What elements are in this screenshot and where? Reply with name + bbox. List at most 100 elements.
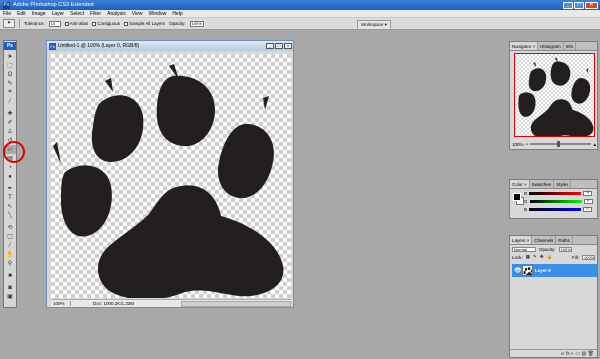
tab-paths[interactable]: Paths [556, 236, 573, 244]
brush-tool-icon[interactable]: ✐ [4, 118, 16, 127]
menu-select[interactable]: Select [67, 11, 87, 17]
screen-mode-icon[interactable]: ▣ [4, 292, 16, 301]
zoom-in-icon[interactable]: ▲ [593, 142, 597, 147]
tab-layers[interactable]: Layers × [510, 236, 533, 244]
doc-info: Doc: 1000.2K/1.33M [93, 301, 135, 306]
navigator-tabs: Navigator × Histogram Info [510, 42, 597, 51]
color-tabs: Color × Swatches Styles [510, 180, 597, 189]
menu-help[interactable]: Help [169, 11, 185, 17]
layers-footer-icons[interactable]: ∞ fx ◐ ▭ ▤ 🗑 [510, 349, 597, 357]
pen-tool-icon[interactable]: ✒ [4, 184, 16, 193]
blue-value[interactable]: 0 [583, 206, 593, 212]
clone-stamp-tool-icon[interactable]: ♙ [4, 127, 16, 136]
menu-analysis[interactable]: Analysis [104, 11, 129, 17]
menu-view[interactable]: View [129, 11, 146, 17]
window-controls: _ □ ✕ [563, 1, 598, 9]
notes-tool-icon[interactable]: ▢ [4, 232, 16, 241]
doc-close-button[interactable]: × [284, 43, 292, 49]
blend-mode-select[interactable]: Normal [512, 246, 536, 252]
quick-selection-tool-icon[interactable]: ✎ [4, 79, 16, 88]
panel-dock: Navigator × Histogram Info 100% ▵ ▲ Colo… [509, 38, 598, 359]
dodge-tool-icon[interactable]: ● [4, 172, 16, 181]
toe-1 [91, 95, 144, 162]
tab-styles[interactable]: Styles [554, 180, 572, 188]
menu-file[interactable]: File [0, 11, 14, 17]
tab-color[interactable]: Color × [510, 180, 530, 188]
type-tool-icon[interactable]: T [4, 193, 16, 202]
tab-info[interactable]: Info [564, 42, 577, 50]
horizontal-scrollbar[interactable] [181, 300, 291, 307]
app-titlebar: Ps Adobe Photoshop CS3 Extended _ □ ✕ [0, 0, 600, 10]
green-value[interactable]: 0 [583, 198, 593, 204]
marquee-tool-icon[interactable]: ⬚ [4, 61, 16, 70]
magic-wand-icon[interactable]: ✦ [3, 19, 15, 28]
layer-opacity-input[interactable]: 100% [558, 246, 572, 252]
layers-tabs: Layers × Channels Paths [510, 236, 597, 245]
crop-tool-icon[interactable]: ⌗ [4, 88, 16, 97]
menu-window[interactable]: Window [146, 11, 170, 17]
menu-filter[interactable]: Filter [87, 11, 104, 17]
opacity-input[interactable]: 100% [189, 20, 204, 27]
menu-edit[interactable]: Edit [14, 11, 29, 17]
navigator-zoom-value[interactable]: 100% [512, 142, 524, 147]
navigator-preview[interactable] [514, 53, 595, 137]
contiguous-checkbox[interactable]: Contiguous [92, 21, 120, 26]
red-value[interactable]: 0 [583, 190, 593, 196]
doc-minimize-button[interactable]: _ [266, 43, 274, 49]
layer-row-selected[interactable]: 👁 Layer 0 [512, 264, 597, 277]
fill-input[interactable]: 100% [582, 254, 595, 260]
green-slider[interactable] [529, 199, 582, 203]
layer-name[interactable]: Layer 0 [535, 268, 551, 273]
green-label: G [524, 198, 528, 204]
path-selection-tool-icon[interactable]: ↖ [4, 202, 16, 211]
quick-mask-icon[interactable]: ◙ [4, 283, 16, 292]
lock-all-icon[interactable]: 🔒 [547, 254, 553, 260]
opacity-label: Opacity: [169, 21, 186, 26]
paw-print-artwork [53, 64, 284, 298]
navigator-zoom: 100% ▵ ▲ [512, 140, 597, 148]
healing-brush-tool-icon[interactable]: ✚ [4, 109, 16, 118]
tab-histogram[interactable]: Histogram [538, 42, 564, 50]
document-window: Ps Untitled-1 @ 100% (Layer 0, RGB/8) _ … [46, 40, 294, 308]
divider [19, 19, 20, 28]
shape-tool-icon[interactable]: ╲ [4, 211, 16, 220]
eyedropper-tool-icon[interactable]: ⁄ [4, 97, 16, 106]
zoom-out-icon[interactable]: ▵ [526, 141, 528, 147]
tab-channels[interactable]: Channels [532, 236, 557, 244]
minimize-button[interactable]: _ [563, 1, 573, 9]
sample-all-layers-label: Sample All Layers [129, 21, 166, 26]
red-slider[interactable] [529, 191, 582, 195]
zoom-slider[interactable] [529, 141, 591, 147]
zoom-slider-knob[interactable] [557, 141, 561, 147]
blue-slider[interactable] [529, 207, 582, 211]
hand-tool-icon[interactable]: ✋ [4, 250, 16, 259]
visibility-eye-icon[interactable]: 👁 [514, 267, 522, 274]
canvas[interactable] [51, 54, 291, 298]
tab-swatches[interactable]: Swatches [530, 180, 555, 188]
foreground-color-swatch[interactable] [513, 193, 521, 201]
antialias-checkbox[interactable]: Anti-alias [64, 21, 88, 26]
3d-rotate-tool-icon[interactable]: ⟲ [4, 223, 16, 232]
lock-position-icon[interactable]: ✥ [540, 254, 544, 260]
claw-1 [105, 78, 113, 92]
tolerance-input[interactable]: 10 [48, 20, 61, 27]
close-button[interactable]: ✕ [585, 1, 598, 9]
sample-all-layers-checkbox[interactable]: Sample All Layers [124, 21, 165, 26]
menu-image[interactable]: Image [29, 11, 49, 17]
claw-4 [53, 142, 61, 164]
doc-maximize-button[interactable]: □ [275, 43, 283, 49]
lock-transparency-icon[interactable]: ▦ [526, 254, 530, 260]
workspace-button[interactable]: Workspace ▾ [357, 20, 391, 30]
color-swatches-icon[interactable]: ■ [4, 271, 16, 280]
tab-navigator[interactable]: Navigator × [510, 42, 539, 50]
blur-tool-icon[interactable]: ◔ [4, 163, 16, 172]
zoom-field[interactable]: 100% [51, 301, 71, 306]
maximize-button[interactable]: □ [574, 1, 584, 9]
eyedropper-sample-icon[interactable]: ⁄ [4, 241, 16, 250]
move-tool-icon[interactable]: ➤ [4, 52, 16, 61]
checkbox-box [124, 21, 129, 26]
menu-layer[interactable]: Layer [49, 11, 68, 17]
lasso-tool-icon[interactable]: ʘ [4, 70, 16, 79]
lock-pixels-icon[interactable]: ✎ [533, 254, 537, 260]
zoom-tool-icon[interactable]: ⚲ [4, 259, 16, 268]
